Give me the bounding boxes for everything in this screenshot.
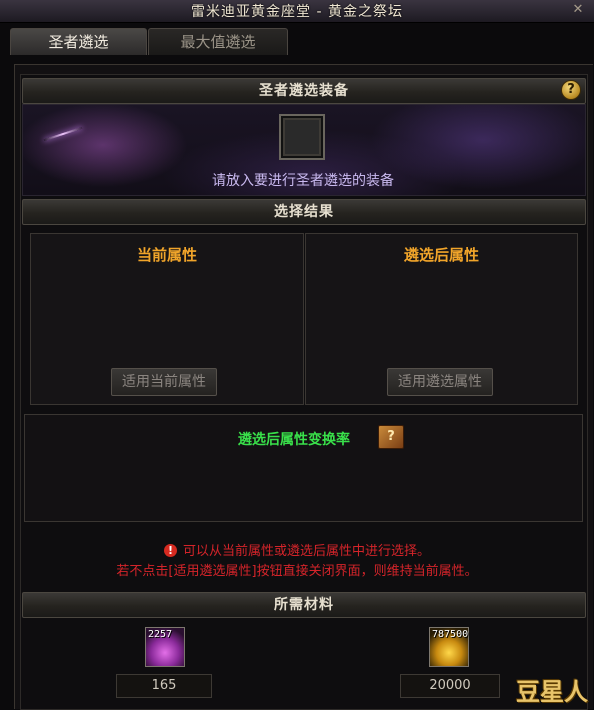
warning-icon: ! [163,544,177,557]
after-attribute-title: 遴选后属性 [403,246,479,264]
watermark-logo: 豆星人 [516,678,588,706]
book-icon[interactable]: ? [378,425,404,449]
after-attribute-panel: 遴选后属性 适用遴选属性 [305,233,578,405]
conversion-rate-title: 遴选后属性变换率 [238,432,350,448]
warning-line-1: ! 可以从当前属性或遴选后属性中进行选择。 [0,540,594,559]
apply-selection-button[interactable]: 适用遴选属性 [387,368,493,396]
equip-section-header: 圣者遴选装备 [22,78,586,104]
close-icon[interactable]: ✕ [570,2,586,18]
sparkle-decoration [43,126,83,142]
tab-saint-selection[interactable]: 圣者遴选 [10,28,147,55]
gold-coin-icon[interactable]: 787500 [429,627,469,667]
material-required-1: 165 [116,674,212,698]
current-attribute-panel: 当前属性 适用当前属性 [30,233,304,405]
current-attribute-title: 当前属性 [136,246,197,264]
question-mark-icon[interactable]: ? [561,80,581,100]
window-title: 雷米迪亚黄金座堂 - 黄金之祭坛 [191,4,403,20]
material-owned-1: 2257 [148,629,173,640]
purple-gem-icon[interactable]: 2257 [145,627,185,667]
tab-max-selection[interactable]: 最大值遴选 [148,28,288,55]
slot-hint-text: 请放入要进行圣者遴选的装备 [212,173,394,189]
material-owned-2: 787500 [432,629,469,640]
warning-text-2: 若不点击[适用遴选属性]按钮直接关闭界面，则维持当前属性。 [116,564,478,579]
equipment-slot[interactable] [279,114,325,160]
apply-current-button[interactable]: 适用当前属性 [111,368,217,396]
materials-section-header: 所需材料 [22,592,586,618]
material-required-2: 20000 [400,674,500,698]
result-section-header: 选择结果 [22,199,586,225]
warning-text-1: 可以从当前属性或遴选后属性中进行选择。 [182,544,430,559]
window-title-bar: 雷米迪亚黄金座堂 - 黄金之祭坛 ✕ [0,0,594,23]
conversion-rate-panel: 遴选后属性变换率 ? [24,414,583,522]
